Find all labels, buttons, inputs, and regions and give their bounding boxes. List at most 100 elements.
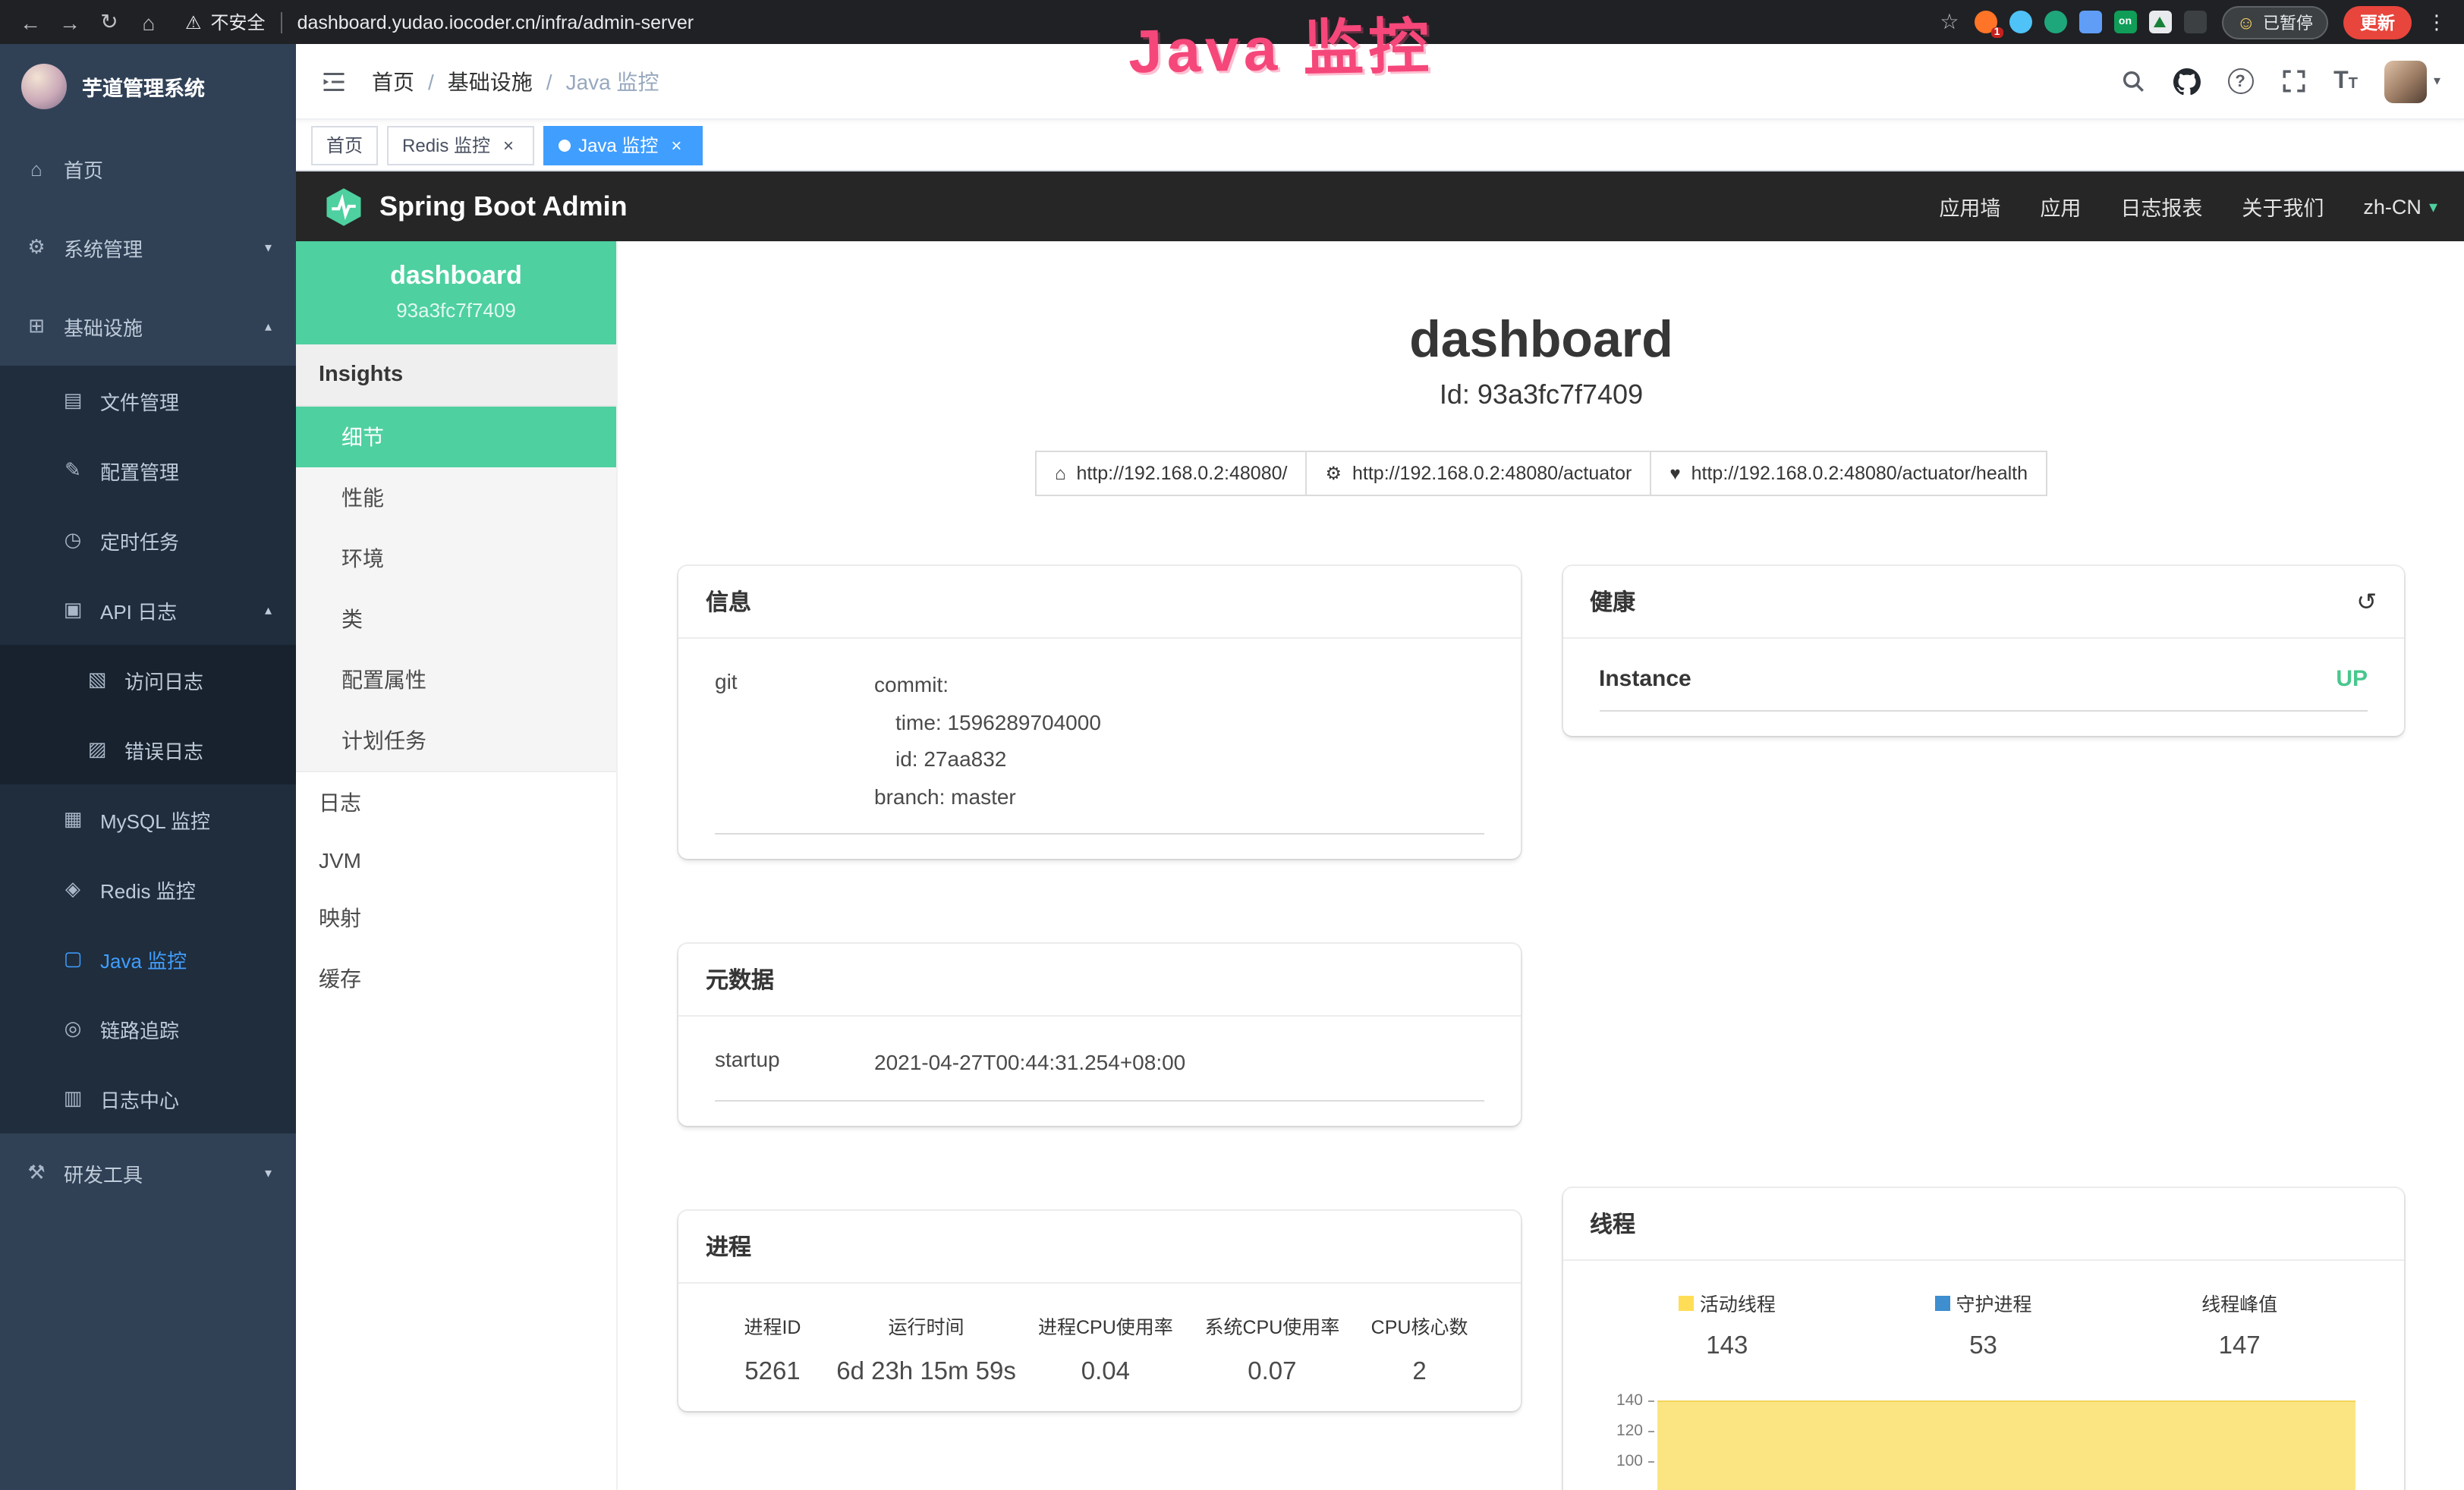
help-icon[interactable]: ? xyxy=(2227,68,2253,94)
fullscreen-icon[interactable] xyxy=(2280,68,2306,94)
threads-chart-axis: 140 120 100 xyxy=(1599,1385,1654,1490)
sidebar-item-redis-monitor[interactable]: ◈ Redis 监控 xyxy=(0,854,296,924)
sba-item-jvm[interactable]: JVM xyxy=(296,833,616,888)
sba-nav-about[interactable]: 关于我们 xyxy=(2242,191,2324,222)
tab-java-monitor[interactable]: Java 监控 × xyxy=(543,125,702,165)
timer-icon: ◷ xyxy=(61,528,85,552)
threads-area-series xyxy=(1657,1400,2355,1490)
update-button[interactable]: 更新 xyxy=(2343,5,2412,39)
paused-label: 已暂停 xyxy=(2263,10,2313,34)
instance-id-subtitle: Id: 93a3fc7f7409 xyxy=(678,379,2404,411)
caret-down-icon: ▾ xyxy=(2434,73,2440,90)
home-icon[interactable]: ⌂ xyxy=(137,10,161,34)
sba-item-classes[interactable]: 类 xyxy=(296,589,616,649)
hamburger-icon[interactable] xyxy=(320,68,348,95)
extension-icon-on-switch[interactable]: on xyxy=(2113,11,2136,33)
extension-icon-sprout[interactable] xyxy=(2148,11,2171,33)
reload-icon[interactable]: ↻ xyxy=(97,9,121,35)
breadcrumb-infrastructure[interactable]: 基础设施 xyxy=(448,66,533,96)
status-badge: UP xyxy=(2336,666,2368,692)
legend-daemon-threads: 守护进程 xyxy=(1855,1288,2112,1317)
threads-chart-plot xyxy=(1654,1385,2368,1490)
sidebar-item-config-management[interactable]: ✎ 配置管理 xyxy=(0,435,296,505)
cards-left-column: 信息 git commit: time: 1596289704000 id: 2… xyxy=(678,566,1520,1410)
extension-icon-orange[interactable]: 1 xyxy=(1974,11,1997,33)
warning-icon: ⚠ xyxy=(185,11,202,33)
back-icon[interactable]: ← xyxy=(18,10,42,34)
process-card-body: 进程ID 运行时间 进程CPU使用率 系统CPU使用率 CPU核心数 5261 … xyxy=(678,1283,1520,1410)
sba-brand[interactable]: Spring Boot Admin xyxy=(379,190,628,222)
breadcrumb-home[interactable]: 首页 xyxy=(372,66,414,96)
extension-icon-green[interactable] xyxy=(2044,11,2066,33)
forward-icon[interactable]: → xyxy=(58,10,82,34)
close-icon[interactable]: × xyxy=(498,134,519,156)
sba-item-details[interactable]: 细节 xyxy=(296,407,616,467)
sidebar-item-label: 配置管理 xyxy=(100,456,179,485)
process-card: 进程 进程ID 运行时间 进程CPU使用率 系统CPU使用率 CPU核心数 xyxy=(678,1210,1520,1410)
user-menu[interactable]: ▾ xyxy=(2385,60,2440,102)
sba-item-logs[interactable]: 日志 xyxy=(296,772,616,833)
sidebar-item-home[interactable]: ⌂ 首页 xyxy=(0,129,296,208)
security-label: 不安全 xyxy=(211,9,266,35)
legend-swatch-blue xyxy=(1934,1295,1949,1310)
sidebar-item-trace[interactable]: ◎ 链路追踪 xyxy=(0,994,296,1064)
sba-nav-applications[interactable]: 应用 xyxy=(2040,191,2081,222)
app-title: 芋道管理系统 xyxy=(82,71,205,102)
sidebar-item-infrastructure[interactable]: ⊞ 基础设施 ▴ xyxy=(0,287,296,366)
bookmark-star-icon[interactable]: ☆ xyxy=(1940,9,1959,35)
paused-pill[interactable]: ☺ 已暂停 xyxy=(2221,5,2328,39)
security-indicator[interactable]: ⚠ 不安全 xyxy=(185,9,266,35)
sba-language-select[interactable]: zh-CN ▾ xyxy=(2363,195,2437,218)
sidebar-item-api-logs[interactable]: ▣ API 日志 ▴ xyxy=(0,575,296,645)
instance-link-actuator[interactable]: ⚙ http://192.168.0.2:48080/actuator xyxy=(1305,451,1651,496)
info-card-body: git commit: time: 1596289704000 id: 27aa… xyxy=(678,639,1520,859)
tab-home[interactable]: 首页 xyxy=(311,125,378,165)
sba-item-config-props[interactable]: 配置属性 xyxy=(296,649,616,710)
process-value: 6d 23h 15m 59s xyxy=(830,1357,1022,1386)
sba-body: dashboard 93a3fc7f7409 Insights 细节 性能 环境… xyxy=(296,241,2464,1490)
sba-item-environment[interactable]: 环境 xyxy=(296,528,616,589)
sba-nav-wallboard[interactable]: 应用墙 xyxy=(1939,191,2000,222)
smiley-icon: ☺ xyxy=(2236,11,2255,33)
info-line: time: 1596289704000 xyxy=(874,703,1484,740)
app-logo[interactable]: 芋道管理系统 xyxy=(0,44,296,129)
extension-icon-drop[interactable] xyxy=(2009,11,2031,33)
chevron-down-icon: ▾ xyxy=(2429,196,2437,216)
sba-item-mappings[interactable]: 映射 xyxy=(296,888,616,948)
sidebar-item-java-monitor[interactable]: ▢ Java 监控 xyxy=(0,924,296,994)
search-icon[interactable] xyxy=(2119,68,2145,94)
sidebar-item-label: API 日志 xyxy=(100,596,177,624)
browser-menu-icon[interactable]: ⋮ xyxy=(2427,10,2447,34)
navbar-actions: ? TT ▾ xyxy=(2119,60,2440,102)
sba-item-caches[interactable]: 缓存 xyxy=(296,948,616,1009)
sidebar-item-scheduled-tasks[interactable]: ◷ 定时任务 xyxy=(0,505,296,575)
process-col-header: 进程CPU使用率 xyxy=(1022,1310,1188,1339)
font-size-icon[interactable]: TT xyxy=(2333,69,2358,93)
sidebar-item-log-center[interactable]: ▥ 日志中心 xyxy=(0,1064,296,1133)
instance-link-health[interactable]: ♥ http://192.168.0.2:48080/actuator/heal… xyxy=(1650,451,2047,496)
axis-tick: 100 xyxy=(1616,1452,1643,1470)
sidebar-item-error-logs[interactable]: ▨ 错误日志 xyxy=(0,715,296,784)
info-row-git: git commit: time: 1596289704000 id: 27aa… xyxy=(715,666,1484,835)
wrench-icon: ⚙ xyxy=(1325,463,1342,484)
threads-card-body: 活动线程 守护进程 线程峰值 xyxy=(1562,1261,2404,1490)
sba-nav-journal[interactable]: 日志报表 xyxy=(2120,191,2202,222)
address-bar[interactable]: dashboard.yudao.iocoder.cn/infra/admin-s… xyxy=(297,11,694,33)
instance-link-root[interactable]: ⌂ http://192.168.0.2:48080/ xyxy=(1035,451,1308,496)
sidebar-item-system-management[interactable]: ⚙ 系统管理 ▾ xyxy=(0,208,296,287)
history-icon[interactable]: ↺ xyxy=(2356,586,2377,617)
sba-item-metrics[interactable]: 性能 xyxy=(296,467,616,528)
sidebar-item-dev-tools[interactable]: ⚒ 研发工具 ▾ xyxy=(0,1133,296,1212)
github-icon[interactable] xyxy=(2173,68,2200,95)
sidebar-item-file-management[interactable]: ▤ 文件管理 xyxy=(0,366,296,435)
link-url: http://192.168.0.2:48080/actuator/health xyxy=(1691,463,2028,484)
sidebar-item-access-logs[interactable]: ▧ 访问日志 xyxy=(0,645,296,715)
extension-icon-puzzle-dark[interactable] xyxy=(2183,11,2206,33)
close-icon[interactable]: × xyxy=(666,134,687,156)
sidebar-item-label: 错误日志 xyxy=(124,735,203,764)
extension-icon-puzzle-blue[interactable] xyxy=(2079,11,2101,33)
sba-items-plain: 日志 JVM 映射 缓存 xyxy=(296,771,616,1009)
tab-redis-monitor[interactable]: Redis 监控 × xyxy=(387,125,534,165)
sba-item-scheduled-tasks[interactable]: 计划任务 xyxy=(296,710,616,771)
sidebar-item-mysql-monitor[interactable]: ▦ MySQL 监控 xyxy=(0,784,296,854)
